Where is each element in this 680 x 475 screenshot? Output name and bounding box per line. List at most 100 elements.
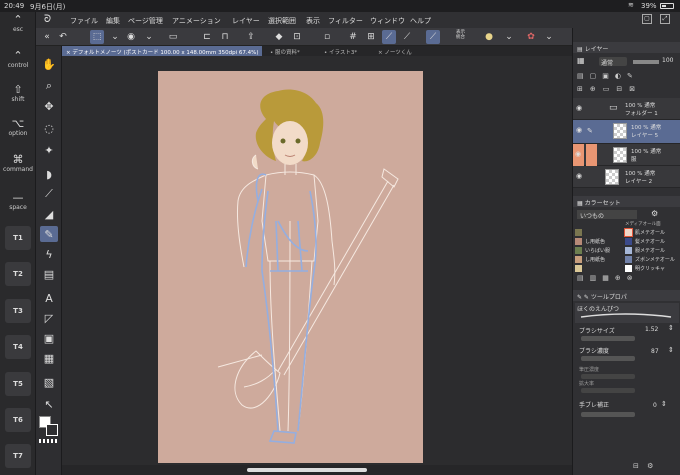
- space-key[interactable]: — space: [2, 192, 34, 212]
- text-tool-icon[interactable]: A: [40, 290, 58, 306]
- layer-tool-row[interactable]: ▤▢▣◐✎: [577, 72, 677, 82]
- canvas-area[interactable]: [62, 56, 572, 465]
- color-palette-icon[interactable]: ✿: [524, 30, 538, 44]
- blend-mode-select[interactable]: 通常: [599, 57, 627, 67]
- fill-icon[interactable]: ◆: [272, 30, 286, 44]
- shift-key[interactable]: ⇧ shift: [2, 84, 34, 104]
- color-swatch[interactable]: [624, 228, 633, 237]
- color-circle-icon[interactable]: ●: [482, 30, 496, 44]
- t1-button[interactable]: T1: [5, 226, 31, 250]
- display-merge-label[interactable]: 表示 統合: [456, 30, 470, 40]
- eye-icon[interactable]: ◉: [575, 150, 581, 158]
- t5-button[interactable]: T5: [5, 372, 31, 396]
- color-swatch[interactable]: [625, 247, 632, 254]
- stabilization-stepper[interactable]: ⇕: [661, 400, 667, 408]
- brush-density-stepper[interactable]: ⇕: [668, 346, 674, 354]
- layer-row-layer2[interactable]: ◉ 100 % 通常 レイヤー 2: [573, 166, 680, 188]
- brush-density-slider[interactable]: [581, 356, 635, 361]
- t2-button[interactable]: T2: [5, 262, 31, 286]
- color-row-3[interactable]: いらばい服 服メテオール: [573, 246, 680, 255]
- ruler-icon[interactable]: ⊞: [364, 30, 378, 44]
- color-set-actions[interactable]: ▤▥▦⊕⊗: [577, 274, 677, 282]
- color-row-4[interactable]: し用紙色 ズボンメテオール: [573, 255, 680, 264]
- eye-icon[interactable]: ◉: [576, 126, 582, 134]
- opacity-slider[interactable]: [633, 60, 659, 64]
- menu-help[interactable]: ヘルプ: [410, 16, 431, 26]
- window-icon[interactable]: ▢: [642, 14, 652, 24]
- figure-tool-icon[interactable]: ◸: [40, 310, 58, 326]
- move-tool-icon[interactable]: ✥: [40, 98, 58, 114]
- t4-button[interactable]: T4: [5, 335, 31, 359]
- correct-line-tool-icon[interactable]: ↖: [40, 396, 58, 412]
- color-swatch[interactable]: [575, 256, 582, 263]
- blend-tool-icon[interactable]: ϟ: [40, 246, 58, 262]
- tab-default-notes[interactable]: × デフォルトメノーツ (ポストカード 100.00 x 148.00mm 35…: [62, 46, 262, 56]
- eraser-tool-icon[interactable]: ◢: [40, 206, 58, 222]
- menu-layer[interactable]: レイヤー: [232, 16, 260, 26]
- grid-icon[interactable]: #: [346, 30, 360, 44]
- undo-icon[interactable]: ↶: [56, 30, 70, 44]
- crop-icon[interactable]: ▫: [320, 30, 334, 44]
- enlarge-slider[interactable]: [581, 388, 635, 393]
- fade-slider[interactable]: [581, 374, 635, 379]
- transparent-color-icon[interactable]: [39, 439, 59, 443]
- dropdown-icon-2[interactable]: ⌄: [502, 30, 516, 44]
- hand-tool-icon[interactable]: ✋: [40, 56, 58, 72]
- option-key[interactable]: ⌥ option: [2, 118, 34, 138]
- brush-preview[interactable]: ほくのえんぴつ: [575, 303, 679, 323]
- menu-page[interactable]: ページ管理: [128, 16, 163, 26]
- brush-size-value[interactable]: 1.52: [645, 326, 658, 333]
- menu-window[interactable]: ウィンドウ: [370, 16, 405, 26]
- menu-selection[interactable]: 選択範囲: [268, 16, 296, 26]
- layer-action-row[interactable]: ⊞⊕▭⊟⊠: [577, 85, 677, 95]
- stabilization-value[interactable]: 0: [653, 402, 657, 409]
- tab-clothes-reference[interactable]: • 服の資料*: [266, 46, 318, 56]
- chevron-down-icon[interactable]: ⌄: [108, 30, 122, 44]
- scroll-thumb[interactable]: [247, 468, 367, 472]
- t7-button[interactable]: T7: [5, 444, 31, 468]
- app-logo-icon[interactable]: ᘐ: [44, 14, 51, 25]
- balloon-tool-icon[interactable]: ▦: [40, 350, 58, 366]
- export-icon[interactable]: ⇪: [244, 30, 258, 44]
- layer-row-folder1[interactable]: ◉ ▭ 100 % 通常 フォルダー 1: [573, 98, 680, 120]
- color-set-select[interactable]: いつもの: [577, 210, 637, 220]
- pencil-tool-icon[interactable]: ✎: [40, 226, 58, 242]
- fill-tool-icon[interactable]: ◗: [40, 166, 58, 182]
- open-folder-icon[interactable]: ⊏: [200, 30, 214, 44]
- settings-icon[interactable]: ⚙: [651, 209, 658, 218]
- frame-tool-icon[interactable]: ▣: [40, 330, 58, 346]
- record-icon[interactable]: ◉: [124, 30, 138, 44]
- color-row-5[interactable]: 明クリッキャ: [573, 264, 680, 273]
- color-swatch[interactable]: [575, 247, 582, 254]
- menu-view[interactable]: 表示: [306, 16, 320, 26]
- eye-icon[interactable]: ◉: [576, 172, 582, 180]
- save-icon[interactable]: ⊓: [218, 30, 232, 44]
- color-swatch[interactable]: [575, 265, 582, 272]
- control-key[interactable]: ⌃ control: [2, 50, 34, 70]
- lasso-tool-icon[interactable]: ◌: [40, 120, 58, 136]
- transform-icon[interactable]: ⊡: [290, 30, 304, 44]
- esc-key[interactable]: ⌃ esc: [2, 14, 34, 34]
- layer-property-icon[interactable]: ▦: [577, 56, 585, 65]
- menu-file[interactable]: ファイル: [70, 16, 98, 26]
- brush-density-value[interactable]: 87: [651, 348, 659, 355]
- color-swatch[interactable]: [625, 238, 632, 245]
- eyedropper-tool-icon[interactable]: ⟋: [40, 186, 58, 202]
- zoom-tool-icon[interactable]: ⌕: [40, 78, 58, 94]
- eye-icon[interactable]: ◉: [576, 104, 582, 112]
- menu-edit[interactable]: 編集: [106, 16, 120, 26]
- menu-animation[interactable]: アニメーション: [172, 16, 221, 26]
- t3-button[interactable]: T3: [5, 299, 31, 323]
- brush-size-stepper[interactable]: ⇕: [668, 324, 674, 332]
- sub-color-swatch[interactable]: [46, 424, 58, 436]
- menu-filter[interactable]: フィルター: [328, 16, 363, 26]
- dropdown-icon[interactable]: ⌄: [142, 30, 156, 44]
- brush-size-slider[interactable]: [581, 336, 635, 341]
- dropdown-icon-3[interactable]: ⌄: [542, 30, 556, 44]
- snap-special-icon[interactable]: ⟋: [400, 30, 414, 44]
- layer-row-clothes[interactable]: ◉ 100 % 通常 服: [573, 144, 680, 166]
- collapse-icon[interactable]: «: [40, 30, 54, 44]
- horizontal-scrollbar[interactable]: [62, 465, 572, 475]
- tab-notes-kun[interactable]: × ノーツくん: [374, 46, 426, 56]
- opacity-value[interactable]: 100: [662, 57, 673, 64]
